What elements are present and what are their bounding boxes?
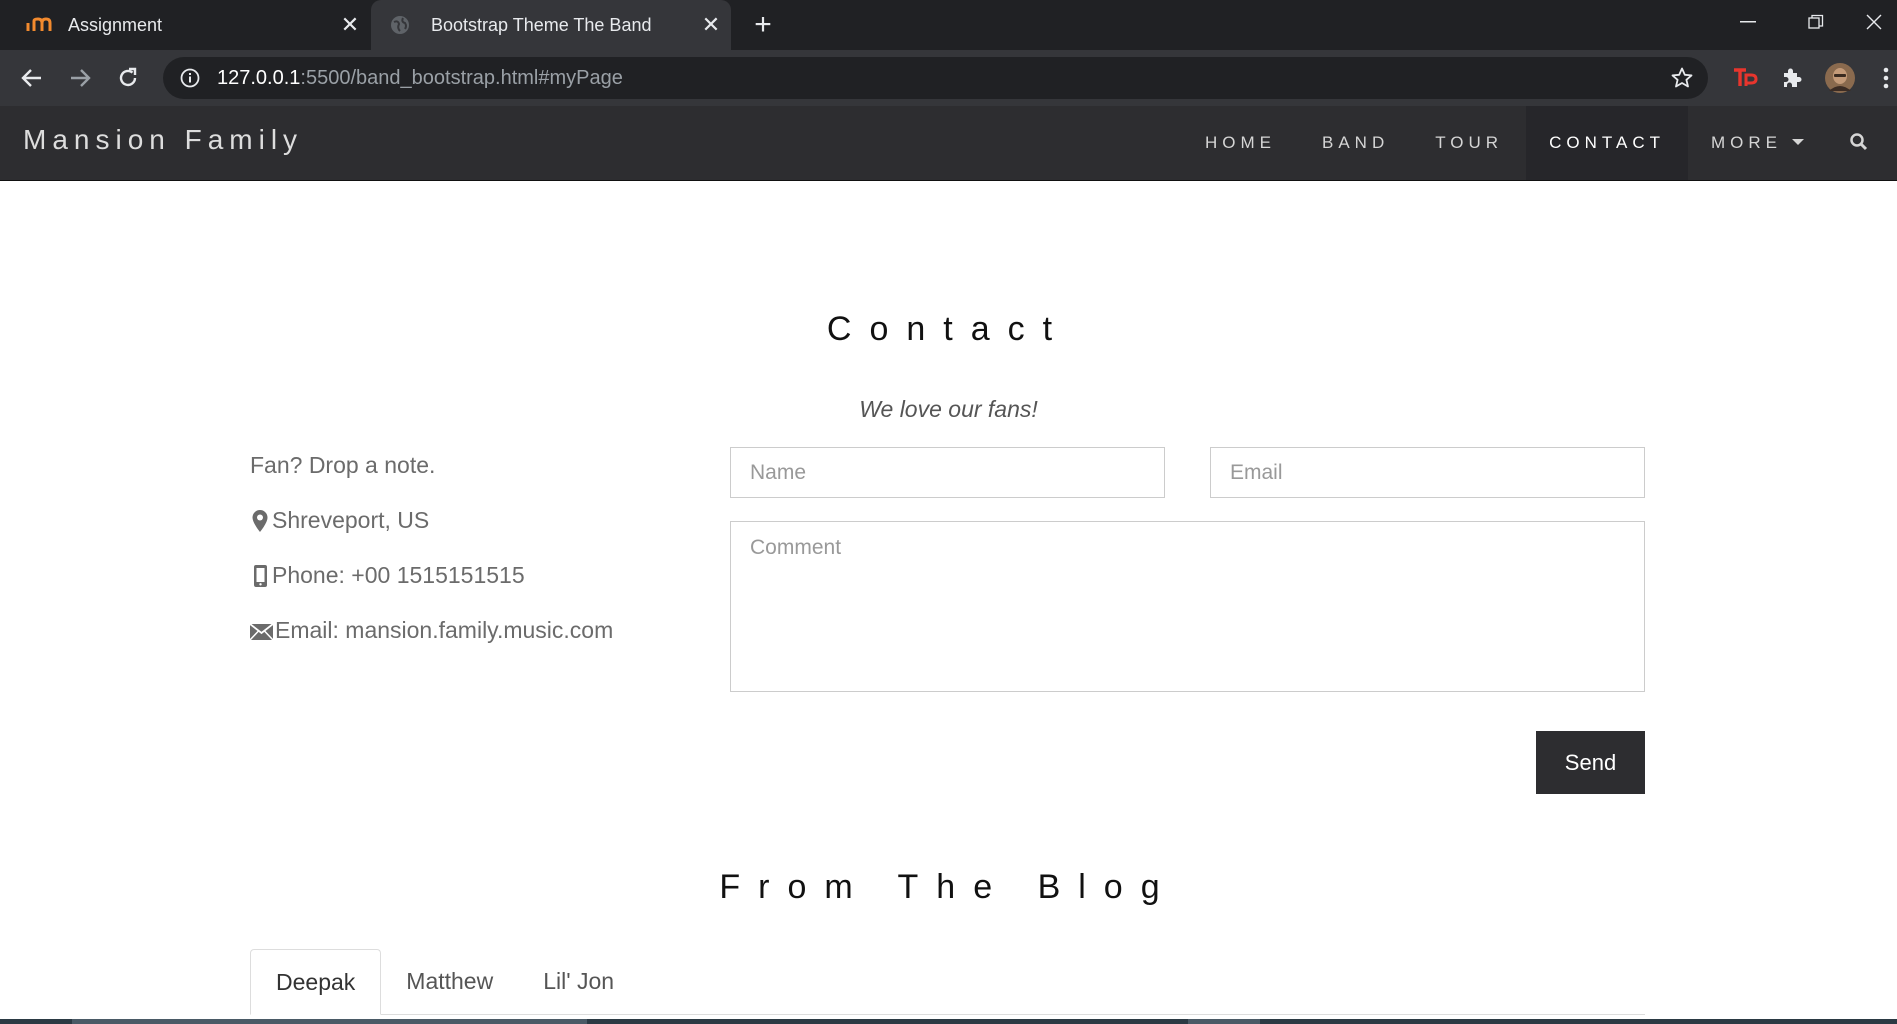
menu-kebab-icon[interactable]	[1876, 62, 1896, 94]
caret-down-icon	[1792, 139, 1804, 145]
bookmark-star-icon[interactable]	[1670, 66, 1694, 96]
reload-icon[interactable]	[110, 60, 146, 96]
taskbar-highlight	[72, 1019, 587, 1024]
close-window-icon[interactable]	[1850, 0, 1897, 44]
nav-link-more-label: MORE	[1711, 133, 1782, 152]
address-bar[interactable]: 127.0.0.1:5500/band_bootstrap.html#myPag…	[163, 57, 1708, 99]
comment-textarea[interactable]	[730, 521, 1645, 692]
contact-tagline: We love our fans!	[859, 396, 1038, 422]
profile-avatar[interactable]	[1823, 62, 1857, 94]
back-icon[interactable]	[14, 60, 50, 96]
contact-intro: Fan? Drop a note.	[250, 452, 435, 479]
send-button[interactable]: Send	[1536, 731, 1645, 794]
minimize-icon[interactable]	[1716, 0, 1780, 44]
close-tab-icon[interactable]: ✕	[691, 12, 731, 38]
envelope-icon	[250, 622, 273, 641]
email-input[interactable]	[1210, 447, 1645, 498]
contact-intro-text: Fan? Drop a note.	[250, 452, 436, 478]
search-icon[interactable]	[1849, 132, 1869, 157]
blog-tab-matthew[interactable]: Matthew	[381, 949, 518, 1014]
map-marker-icon	[252, 509, 268, 532]
name-input[interactable]	[730, 447, 1165, 498]
globe-icon	[389, 14, 419, 36]
location-text: Shreveport, US	[272, 507, 430, 533]
url-path: :5500/band_bootstrap.html#myPage	[300, 66, 623, 89]
phone-text: Phone: +00 1515151515	[272, 562, 525, 588]
contact-email: Email: mansion.family.music.com	[250, 617, 613, 644]
tab-title: Bootstrap Theme The Band	[431, 14, 652, 35]
brand-logo-text[interactable]: Mansion Family	[23, 124, 303, 156]
site-favicon-icon	[26, 14, 56, 36]
email-text: Email: mansion.family.music.com	[275, 617, 614, 643]
nav-links: HOME BAND TOUR CONTACT MORE	[1182, 106, 1827, 180]
phone-icon	[254, 564, 267, 587]
contact-location: Shreveport, US	[250, 507, 429, 534]
taskbar-edge	[0, 1019, 1897, 1024]
browser-toolbar: 127.0.0.1:5500/band_bootstrap.html#myPag…	[0, 50, 1897, 106]
browser-tab-band[interactable]: Bootstrap Theme The Band ✕	[371, 0, 731, 50]
taskbar-highlight	[1188, 1019, 1260, 1024]
tab-title: Assignment	[68, 14, 163, 35]
restore-icon[interactable]	[1784, 0, 1848, 44]
new-tab-icon[interactable]: +	[744, 6, 782, 44]
blog-tab-lil-jon[interactable]: Lil' Jon	[518, 949, 639, 1014]
contact-phone: Phone: +00 1515151515	[250, 562, 525, 589]
nav-link-home[interactable]: HOME	[1182, 106, 1299, 180]
extension-tp-icon[interactable]	[1728, 62, 1762, 94]
extensions-puzzle-icon[interactable]	[1776, 62, 1808, 94]
contact-heading: Contact	[826, 310, 1071, 348]
forward-icon[interactable]	[62, 60, 98, 96]
nav-dropdown-more[interactable]: MORE	[1688, 106, 1827, 180]
blog-tab-deepak[interactable]: Deepak	[250, 949, 382, 1015]
blog-heading: From The Blog	[719, 868, 1178, 906]
browser-tab-assignment[interactable]: Assignment ✕	[0, 0, 370, 50]
nav-link-contact[interactable]: CONTACT	[1526, 106, 1688, 180]
blog-tabs: Deepak Matthew Lil' Jon	[250, 949, 1645, 1015]
close-tab-icon[interactable]: ✕	[330, 12, 370, 38]
site-navbar: Mansion Family HOME BAND TOUR CONTACT MO…	[0, 106, 1897, 181]
site-info-icon[interactable]	[163, 68, 217, 88]
url-host: 127.0.0.1	[217, 66, 301, 89]
nav-link-tour[interactable]: TOUR	[1412, 106, 1526, 180]
browser-tab-strip: Assignment ✕ Bootstrap Theme The Band ✕ …	[0, 0, 1897, 50]
nav-link-band[interactable]: BAND	[1299, 106, 1412, 180]
